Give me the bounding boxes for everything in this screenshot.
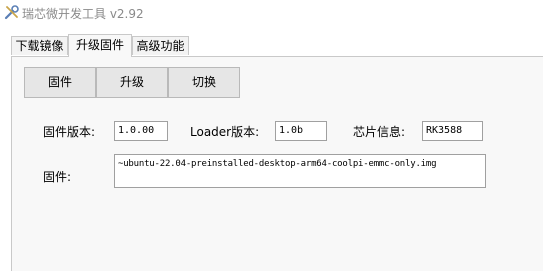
firmware-path-label: 固件: (43, 170, 72, 184)
upgrade-firmware-panel: 固件 升级 切换 固件版本: 1.0.00 Loader版本: 1.0b 芯片信… (11, 56, 543, 271)
switch-button[interactable]: 切换 (168, 67, 240, 98)
firmware-version-label: 固件版本: (43, 125, 96, 139)
tab-advanced-functions[interactable]: 高级功能 (132, 36, 189, 55)
chip-info-field: RK3588 (422, 121, 483, 141)
firmware-path-field: ~ubuntu-22.04-preinstalled-desktop-arm64… (114, 154, 486, 188)
tab-download-image[interactable]: 下载镜像 (11, 36, 68, 55)
upgrade-button[interactable]: 升级 (96, 67, 168, 98)
window-title: 瑞芯微开发工具 v2.92 (22, 7, 144, 21)
tab-upgrade-firmware[interactable]: 升级固件 (68, 34, 132, 57)
loader-version-field: 1.0b (275, 121, 327, 141)
title-bar: 瑞芯微开发工具 v2.92 (0, 0, 543, 26)
firmware-button[interactable]: 固件 (24, 67, 96, 98)
firmware-version-field: 1.0.00 (114, 121, 168, 141)
loader-version-label: Loader版本: (190, 125, 260, 139)
chip-info-label: 芯片信息: (353, 125, 406, 139)
wrench-tools-icon (4, 4, 20, 20)
app-window: 瑞芯微开发工具 v2.92 下载镜像 升级固件 高级功能 固件 升级 切换 固件… (0, 0, 543, 271)
